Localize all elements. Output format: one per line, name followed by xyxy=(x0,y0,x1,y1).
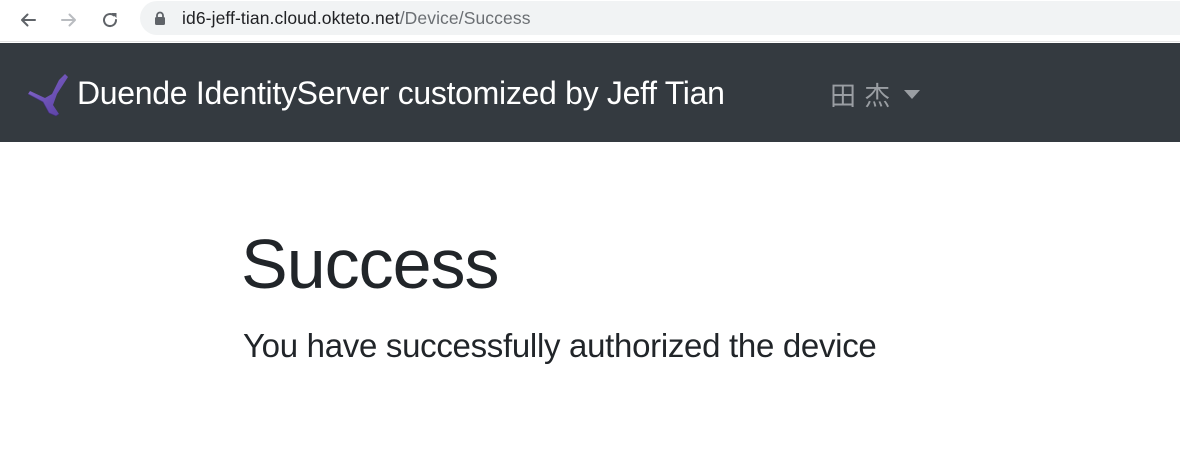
address-bar[interactable]: id6-jeff-tian.cloud.okteto.net/Device/Su… xyxy=(140,1,1180,35)
forward-button[interactable] xyxy=(54,5,84,35)
user-dropdown[interactable]: 田 杰 xyxy=(830,74,921,114)
url-text: id6-jeff-tian.cloud.okteto.net/Device/Su… xyxy=(182,8,531,29)
browser-toolbar: id6-jeff-tian.cloud.okteto.net/Device/Su… xyxy=(0,0,1180,42)
back-button[interactable] xyxy=(13,5,43,35)
brand-link[interactable]: Duende IdentityServer customized by Jeff… xyxy=(77,68,725,118)
reload-icon xyxy=(103,13,118,28)
lock-icon xyxy=(154,10,168,26)
duende-logo-icon[interactable] xyxy=(26,72,72,118)
user-name: 田 杰 xyxy=(830,81,891,112)
success-message: You have successfully authorized the dev… xyxy=(243,327,877,364)
back-icon xyxy=(21,13,36,27)
page-title: Success xyxy=(241,225,500,303)
url-host: id6-jeff-tian.cloud.okteto.net xyxy=(182,7,400,28)
chevron-down-icon xyxy=(904,89,921,99)
forward-icon xyxy=(61,13,76,27)
url-path: /Device/Success xyxy=(399,7,531,28)
reload-button[interactable] xyxy=(95,5,125,35)
